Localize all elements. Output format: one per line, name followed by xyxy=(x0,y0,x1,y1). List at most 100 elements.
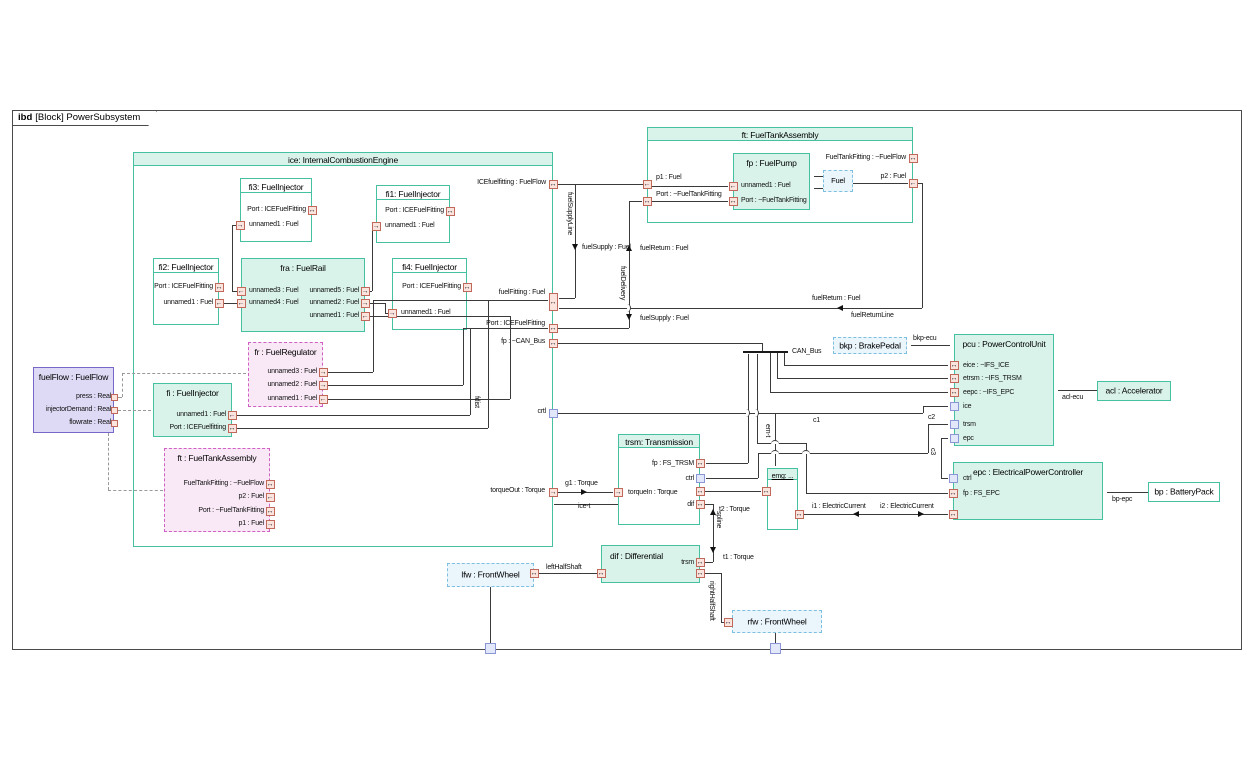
port-in-icon[interactable]: ← xyxy=(228,411,237,420)
label-t_p1: p1 : Fuel xyxy=(656,173,681,182)
port-inout-icon[interactable]: ↔ xyxy=(549,339,558,348)
port-inout-icon[interactable]: ↔ xyxy=(446,207,455,216)
port-inout-icon[interactable]: ↔ xyxy=(795,510,804,519)
port-inout-icon[interactable]: ↔ xyxy=(762,487,771,496)
port-inout-icon[interactable]: ↔ xyxy=(530,569,539,578)
dependency-segment xyxy=(122,373,246,374)
port-flow[interactable] xyxy=(111,420,118,427)
connector-segment xyxy=(923,406,924,413)
port-inout-icon[interactable]: ↔ xyxy=(949,489,958,498)
label-t_fi3b: unnamed1 : Fuel xyxy=(249,220,299,229)
port-connector[interactable] xyxy=(696,474,705,483)
port-inout-icon[interactable]: ↔ xyxy=(696,558,705,567)
port-inout-icon[interactable]: ↔ xyxy=(228,424,237,433)
block-header-emg: emg: ... xyxy=(768,469,797,480)
block-header-trsm: trsm: Transmission xyxy=(619,435,699,448)
port-out-icon[interactable]: → xyxy=(266,520,275,529)
block-emg[interactable]: emg: ... xyxy=(767,468,798,530)
port-in-icon[interactable]: ← xyxy=(215,299,224,308)
port-out-icon[interactable]: → xyxy=(319,368,328,377)
connector-segment xyxy=(705,562,713,563)
connector-segment xyxy=(558,343,762,344)
port-inout-icon[interactable]: ↔ xyxy=(549,180,558,189)
port-out-icon[interactable]: → xyxy=(361,287,370,296)
block-title-fi4: fi4: FuelInjector xyxy=(402,262,457,272)
port-inout-icon[interactable]: ↔ xyxy=(215,283,224,292)
port-inout-icon[interactable]: ↔ xyxy=(696,569,705,578)
port-connector[interactable] xyxy=(950,420,959,429)
port-inout-icon[interactable]: ↔ xyxy=(729,197,738,206)
port-connector[interactable] xyxy=(770,643,781,654)
port-inout-icon[interactable]: ↔ xyxy=(597,569,606,578)
port-inout-icon[interactable]: ↔ xyxy=(696,459,705,468)
block-lfw[interactable]: lfw : FrontWheel xyxy=(447,563,534,587)
port-out-icon[interactable]: → xyxy=(388,309,397,318)
port-out-icon[interactable]: → xyxy=(614,488,623,497)
port-in-icon[interactable]: ← xyxy=(643,180,652,189)
label-t_trsm1: fp : FS_TRSM xyxy=(652,459,694,468)
port-out-icon[interactable]: → xyxy=(361,299,370,308)
port-out-icon[interactable]: → xyxy=(319,381,328,390)
port-inout-icon[interactable]: ↔ xyxy=(549,324,558,333)
label-t_dif1: trsm xyxy=(681,558,694,567)
label-t_fs1: fuelSupply : Fuel xyxy=(582,243,631,252)
port-in-icon[interactable]: ← xyxy=(909,179,918,188)
item-flow-arrow xyxy=(572,244,578,250)
block-fuelItem[interactable]: Fuel xyxy=(823,170,853,192)
port-in-icon[interactable]: ← xyxy=(729,182,738,191)
port-inout-icon[interactable]: ↔ xyxy=(696,487,705,496)
port-in-icon[interactable]: ← xyxy=(266,493,275,502)
port-connector[interactable] xyxy=(950,402,959,411)
label-t_aclecu: acl-ecu xyxy=(1062,393,1083,402)
port-inout-icon[interactable]: ↔ xyxy=(909,154,918,163)
connector-segment xyxy=(784,365,948,366)
block-bkp[interactable]: bkp : BrakePedal xyxy=(833,337,907,354)
port-in-icon[interactable]: ← xyxy=(237,287,246,296)
block-title-fi: fi : FuelInjector xyxy=(154,388,231,398)
label-t_fpP: Port : ~FuelTankFitting xyxy=(741,196,807,205)
item-flow-arrow xyxy=(837,305,843,311)
port-inout-icon[interactable]: ↔ xyxy=(266,507,275,516)
port-inout-icon[interactable]: ↔ xyxy=(696,500,705,509)
block-title-fi1: fi1: FuelInjector xyxy=(386,189,441,199)
diagram-canvas: ibd[Block] PowerSubsystem ice: InternalC… xyxy=(0,0,1252,763)
port-inout-icon[interactable]: ↔ xyxy=(266,480,275,489)
connector-segment xyxy=(373,300,548,301)
port-out-icon[interactable]: → xyxy=(549,488,558,497)
port-inout-icon[interactable]: ↔ xyxy=(949,510,958,519)
label-t_fr2: unnamed2 : Fuel xyxy=(267,380,317,389)
block-header-fi4: fi4: FuelInjector xyxy=(393,259,466,273)
port-out-icon[interactable]: → xyxy=(372,222,381,231)
port-out-icon[interactable]: → xyxy=(236,221,245,230)
port-connector[interactable] xyxy=(949,474,958,483)
port-in-icon[interactable]: ← xyxy=(237,299,246,308)
port-inout-icon[interactable]: ↔ xyxy=(724,618,733,627)
port-inout-icon[interactable]: ↔ xyxy=(463,283,472,292)
port-connector[interactable] xyxy=(485,643,496,654)
connector-segment xyxy=(490,587,491,643)
block-fi2[interactable]: fi2: FuelInjector xyxy=(153,258,219,325)
port-flow[interactable]: ↔ xyxy=(549,293,558,311)
label-t_fuelFitting: fuelFitting : Fuel xyxy=(499,288,545,297)
frame-tab[interactable]: ibd[Block] PowerSubsystem xyxy=(12,110,157,126)
block-fra[interactable]: fra : FuelRail xyxy=(241,258,365,332)
label-t_fra3: unnamed3 : Fuel xyxy=(249,286,299,295)
port-inout-icon[interactable]: ↔ xyxy=(950,388,959,397)
port-in-icon[interactable]: ← xyxy=(361,312,370,321)
label-t_fr3: unnamed3 : Fuel xyxy=(267,367,317,376)
port-flow[interactable] xyxy=(111,394,118,401)
connector-segment xyxy=(470,328,471,415)
block-bp[interactable]: bp : BatteryPack xyxy=(1148,482,1220,502)
block-header-fi3: fi3: FuelInjector xyxy=(241,179,311,193)
port-inout-icon[interactable]: ↔ xyxy=(643,197,652,206)
port-inout-icon[interactable]: ↔ xyxy=(950,374,959,383)
port-flow[interactable] xyxy=(111,407,118,414)
block-acl[interactable]: acl : Accelerator xyxy=(1097,381,1171,401)
port-inout-icon[interactable]: ↔ xyxy=(950,361,959,370)
block-rfw[interactable]: rfw : FrontWheel xyxy=(732,610,822,633)
port-in-icon[interactable]: ← xyxy=(319,395,328,404)
block-fi4[interactable]: fi4: FuelInjector xyxy=(392,258,467,330)
port-connector[interactable] xyxy=(950,434,959,443)
port-connector[interactable] xyxy=(549,409,558,418)
port-inout-icon[interactable]: ↔ xyxy=(308,206,317,215)
